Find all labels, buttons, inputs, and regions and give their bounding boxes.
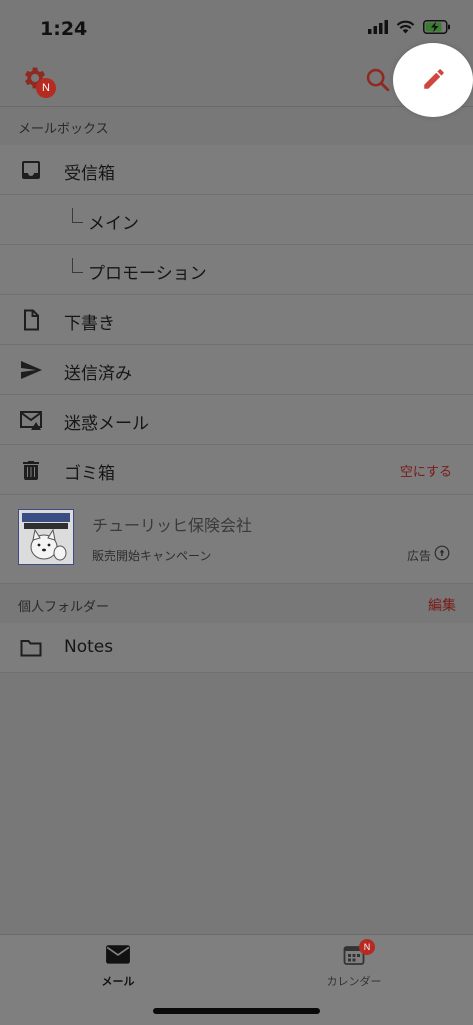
trash-icon bbox=[23, 461, 39, 480]
mailbox-item-promotion[interactable]: プロモーション bbox=[0, 245, 473, 295]
tab-mail[interactable]: メール bbox=[58, 943, 178, 989]
folder-item-notes[interactable]: Notes bbox=[0, 623, 473, 673]
mailbox-item-main[interactable]: メイン bbox=[0, 195, 473, 245]
edit-folders-button[interactable]: 編集 bbox=[428, 595, 456, 615]
home-indicator bbox=[153, 1008, 320, 1014]
status-icons bbox=[368, 20, 451, 34]
mailbox-item-sent[interactable]: 送信済み bbox=[0, 345, 473, 395]
personal-folders-section-header: 個人フォルダー 編集 bbox=[0, 585, 473, 623]
ad-label: 広告 bbox=[406, 549, 431, 563]
calendar-tab-icon-wrap: N bbox=[341, 939, 375, 967]
status-bar: 1:24 bbox=[0, 0, 473, 56]
battery-charging-icon bbox=[423, 20, 450, 34]
empty-trash-button[interactable]: 空にする bbox=[400, 461, 452, 480]
tab-calendar[interactable]: N カレンダー bbox=[294, 939, 414, 989]
mailbox-list: 受信箱 メイン プロモーション 下書き 送信済み 迷惑メール ゴミ箱 空にする … bbox=[0, 145, 473, 584]
mailboxes-section-header: メールボックス bbox=[0, 107, 473, 145]
ad-banner[interactable]: チューリッヒ保険会社 販売開始キャンペーン 広告 bbox=[0, 495, 473, 584]
document-icon bbox=[24, 309, 39, 331]
folder-item-label: Notes bbox=[64, 637, 114, 657]
inbox-icon bbox=[22, 161, 40, 179]
cellular-signal-icon bbox=[368, 20, 388, 34]
tab-mail-label: メール bbox=[101, 975, 135, 988]
ad-info-icon[interactable] bbox=[434, 545, 450, 561]
personal-folder-list: Notes bbox=[0, 623, 473, 673]
send-icon bbox=[21, 361, 42, 379]
mailbox-item-label: ゴミ箱 bbox=[64, 464, 115, 484]
envelope-icon bbox=[106, 945, 130, 964]
subfolder-connector bbox=[72, 258, 83, 273]
spam-icon bbox=[20, 411, 42, 430]
wifi-icon bbox=[396, 20, 415, 34]
subfolder-connector bbox=[72, 208, 83, 223]
pencil-icon bbox=[424, 69, 444, 89]
ad-thumbnail bbox=[18, 509, 74, 565]
mailbox-item-label: 送信済み bbox=[64, 364, 132, 384]
personal-folders-header-label: 個人フォルダー bbox=[18, 600, 110, 615]
status-time: 1:24 bbox=[40, 18, 88, 40]
mailbox-item-label: プロモーション bbox=[88, 264, 207, 284]
compose-button[interactable] bbox=[421, 66, 449, 94]
settings-badge: N bbox=[36, 78, 56, 98]
calendar-badge: N bbox=[359, 939, 375, 955]
tab-calendar-label: カレンダー bbox=[326, 975, 382, 988]
mailbox-item-drafts[interactable]: 下書き bbox=[0, 295, 473, 345]
ad-title: チューリッヒ保険会社 bbox=[92, 516, 253, 535]
mailbox-item-label: 受信箱 bbox=[64, 164, 115, 184]
mailbox-item-label: 迷惑メール bbox=[64, 414, 149, 434]
mailbox-item-label: 下書き bbox=[64, 314, 115, 334]
ad-subtitle: 販売開始キャンペーン bbox=[92, 549, 212, 563]
mailbox-item-label: メイン bbox=[88, 214, 139, 234]
search-icon bbox=[366, 68, 390, 92]
mailbox-item-inbox[interactable]: 受信箱 bbox=[0, 145, 473, 195]
mailbox-item-spam[interactable]: 迷惑メール bbox=[0, 395, 473, 445]
folder-icon bbox=[20, 640, 42, 657]
mailbox-item-trash[interactable]: ゴミ箱 空にする bbox=[0, 445, 473, 495]
dog-mascot-icon bbox=[22, 513, 70, 561]
settings-button[interactable]: N bbox=[20, 64, 62, 100]
mailboxes-header-label: メールボックス bbox=[18, 122, 109, 137]
search-button[interactable] bbox=[364, 66, 392, 94]
